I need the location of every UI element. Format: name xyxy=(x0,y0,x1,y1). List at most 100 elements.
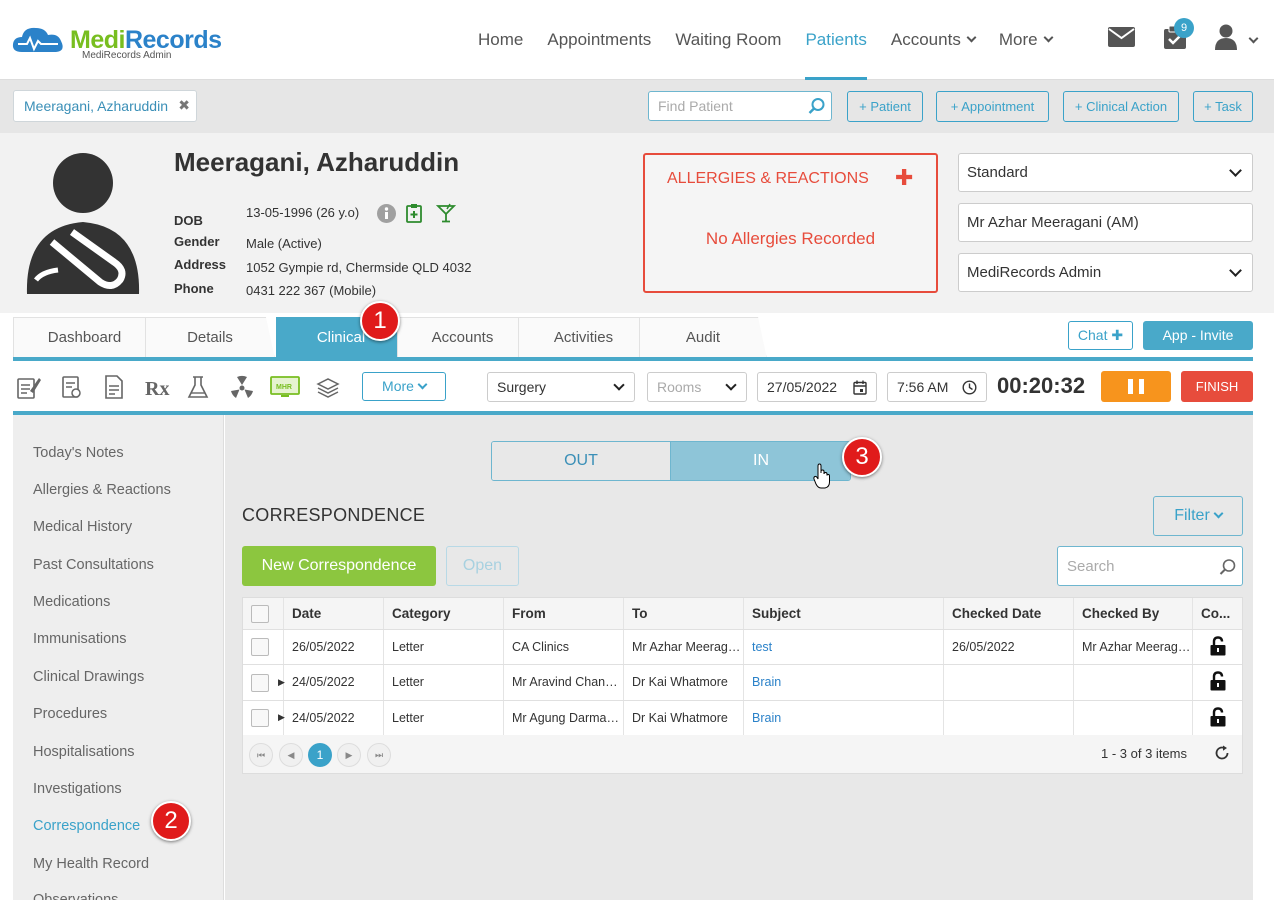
template-select[interactable]: Standard xyxy=(958,153,1253,192)
add-clinical-action-button[interactable]: + Clinical Action xyxy=(1063,91,1179,122)
sidebar-item-clinical-drawings[interactable]: Clinical Drawings xyxy=(33,669,144,685)
search-icon[interactable] xyxy=(1219,558,1237,576)
unlocked-padlock-icon[interactable] xyxy=(1210,707,1226,727)
sidebar-item-my-health-record[interactable]: My Health Record xyxy=(33,856,149,872)
add-appointment-button[interactable]: + Appointment xyxy=(936,91,1049,122)
radiology-icon[interactable] xyxy=(229,374,255,400)
pathology-flask-icon[interactable] xyxy=(185,374,211,400)
address-value: 1052 Gympie rd, Chermside QLD 4032 xyxy=(246,260,472,275)
row-checkbox[interactable] xyxy=(251,709,269,727)
col-subject[interactable]: Subject xyxy=(744,598,944,629)
nav-accounts[interactable]: Accounts xyxy=(891,0,977,80)
alcohol-icon[interactable] xyxy=(436,203,456,223)
row-subject-link[interactable]: Brain xyxy=(744,665,944,700)
time-picker[interactable]: 7:56 AM xyxy=(887,372,987,402)
col-from[interactable]: From xyxy=(504,598,624,629)
nav-more[interactable]: More xyxy=(999,0,1054,80)
chat-button[interactable]: Chat ✚ xyxy=(1068,321,1133,350)
sidebar-item-observations[interactable]: Observations xyxy=(33,892,118,900)
sidebar-item-past-consultations[interactable]: Past Consultations xyxy=(33,557,154,573)
row-subject-link[interactable]: Brain xyxy=(744,701,944,735)
search-icon[interactable] xyxy=(808,97,826,115)
app-invite-button[interactable]: App - Invite xyxy=(1143,321,1253,350)
table-row[interactable]: ▶ 24/05/2022 Letter Mr Aravind Chandran … xyxy=(243,665,1242,701)
row-checked-by xyxy=(1074,701,1193,735)
filter-button[interactable]: Filter xyxy=(1153,496,1243,536)
user-icon[interactable] xyxy=(1214,24,1238,50)
current-page[interactable]: 1 xyxy=(308,743,332,767)
add-task-button[interactable]: + Task xyxy=(1193,91,1253,122)
sidebar-item-allergies[interactable]: Allergies & Reactions xyxy=(33,482,171,498)
sidebar-item-hospitalisations[interactable]: Hospitalisations xyxy=(33,744,135,760)
col-to[interactable]: To xyxy=(624,598,744,629)
nav-appointments[interactable]: Appointments xyxy=(547,0,651,80)
sidebar-item-medical-history[interactable]: Medical History xyxy=(33,519,132,535)
sidebar-item-procedures[interactable]: Procedures xyxy=(33,706,107,722)
calendar-icon[interactable] xyxy=(853,380,867,395)
chevron-down-icon xyxy=(613,379,625,391)
location-select[interactable]: MediRecords Admin xyxy=(958,253,1253,292)
education-books-icon[interactable] xyxy=(315,374,341,400)
col-date[interactable]: Date xyxy=(284,598,384,629)
notes-icon[interactable] xyxy=(15,374,41,400)
tab-dashboard[interactable]: Dashboard xyxy=(13,317,156,359)
sidebar-item-todays-notes[interactable]: Today's Notes xyxy=(33,445,124,461)
unlocked-padlock-icon[interactable] xyxy=(1210,671,1226,691)
find-patient-input[interactable]: Find Patient xyxy=(648,91,832,121)
prescription-icon[interactable]: Rx xyxy=(144,374,170,400)
col-category[interactable]: Category xyxy=(384,598,504,629)
row-subject-link[interactable]: test xyxy=(744,630,944,664)
row-checkbox[interactable] xyxy=(251,674,269,692)
medirecords-logo[interactable]: MediRecords MediRecords Admin xyxy=(12,22,222,62)
close-icon[interactable]: ✖ xyxy=(178,97,190,114)
nav-waiting-room[interactable]: Waiting Room xyxy=(675,0,781,80)
mail-icon[interactable] xyxy=(1108,27,1135,47)
rooms-select[interactable]: Rooms xyxy=(647,372,747,402)
unlocked-padlock-icon[interactable] xyxy=(1210,636,1226,656)
sidebar-item-immunisations[interactable]: Immunisations xyxy=(33,631,126,647)
clipboard-history-icon[interactable] xyxy=(58,374,84,400)
my-health-record-icon[interactable]: MHR xyxy=(270,374,300,400)
sidebar-item-medications[interactable]: Medications xyxy=(33,594,110,610)
sidebar-item-investigations[interactable]: Investigations xyxy=(33,781,122,797)
open-button[interactable]: Open xyxy=(446,546,519,586)
report-icon[interactable] xyxy=(101,374,127,400)
patient-avatar[interactable] xyxy=(22,152,144,294)
clock-icon[interactable] xyxy=(962,380,977,395)
tab-activities[interactable]: Activities xyxy=(518,317,649,359)
chevron-down-icon[interactable] xyxy=(1248,33,1259,44)
sidebar-item-correspondence[interactable]: Correspondence xyxy=(33,818,140,834)
tab-audit[interactable]: Audit xyxy=(639,317,767,359)
col-checked-by[interactable]: Checked By xyxy=(1074,598,1193,629)
add-allergy-icon[interactable]: ✚ xyxy=(895,165,913,191)
prev-page-icon[interactable]: ◀ xyxy=(279,743,303,767)
table-row[interactable]: 26/05/2022 Letter CA Clinics Mr Azhar Me… xyxy=(243,630,1242,665)
tab-accounts[interactable]: Accounts xyxy=(397,317,528,359)
info-icon[interactable] xyxy=(377,204,396,223)
medical-certificate-icon[interactable] xyxy=(406,203,422,223)
add-patient-button[interactable]: + Patient xyxy=(847,91,923,122)
new-correspondence-button[interactable]: New Correspondence xyxy=(242,546,436,586)
pause-button[interactable] xyxy=(1101,371,1171,402)
refresh-icon[interactable] xyxy=(1214,745,1230,761)
toggle-out[interactable]: OUT xyxy=(492,442,671,480)
row-checkbox[interactable] xyxy=(251,638,269,656)
nav-home[interactable]: Home xyxy=(478,0,523,80)
next-page-icon[interactable]: ▶ xyxy=(337,743,361,767)
last-page-icon[interactable]: ⏭ xyxy=(367,743,391,767)
practitioner-field[interactable]: Mr Azhar Meeragani (AM) xyxy=(958,203,1253,242)
no-allergies-text: No Allergies Recorded xyxy=(705,229,876,248)
visit-type-select[interactable]: Surgery xyxy=(487,372,635,402)
date-picker[interactable]: 27/05/2022 xyxy=(757,372,877,402)
tab-details[interactable]: Details xyxy=(145,317,275,359)
nav-patients[interactable]: Patients xyxy=(805,0,868,80)
correspondence-search-input[interactable]: Search xyxy=(1057,546,1243,586)
more-tools-button[interactable]: More xyxy=(362,372,446,401)
table-row[interactable]: ▶ 24/05/2022 Letter Mr Agung Darmawan Dr… xyxy=(243,701,1242,736)
first-page-icon[interactable]: ⏮ xyxy=(249,743,273,767)
finish-button[interactable]: FINISH xyxy=(1181,371,1253,402)
select-all-checkbox[interactable] xyxy=(251,605,269,623)
col-checked-date[interactable]: Checked Date xyxy=(944,598,1074,629)
col-confidential[interactable]: Co... xyxy=(1193,598,1242,629)
open-patient-tab[interactable]: Meeragani, Azharuddin ✖ xyxy=(13,90,197,122)
